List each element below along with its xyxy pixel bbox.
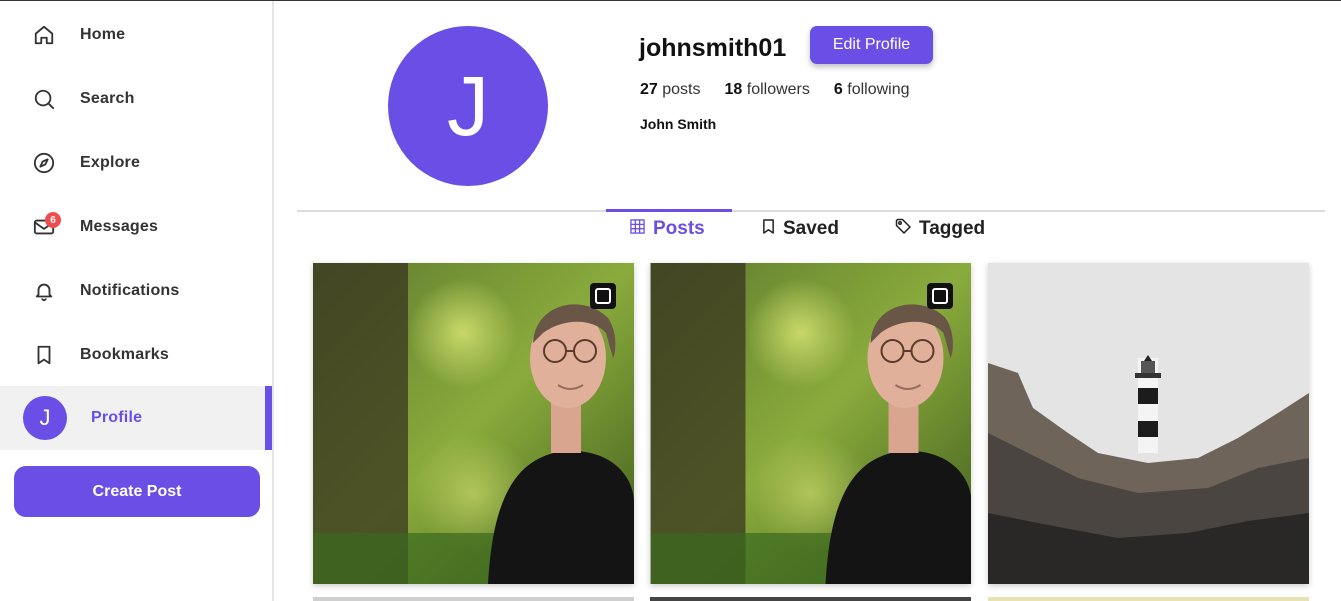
active-indicator xyxy=(265,386,272,450)
edit-profile-button[interactable]: Edit Profile xyxy=(810,26,933,64)
tab-label: Tagged xyxy=(919,218,986,239)
tab-posts[interactable]: Posts xyxy=(630,216,705,242)
multiple-photos-icon xyxy=(590,283,616,309)
sidebar-item-label: Explore xyxy=(80,154,141,171)
sidebar-item-label: Messages xyxy=(80,218,159,235)
search-icon xyxy=(33,88,55,110)
unread-badge: 6 xyxy=(45,212,61,228)
sidebar-item-bookmarks[interactable]: Bookmarks xyxy=(0,323,272,387)
tab-saved[interactable]: Saved xyxy=(762,216,839,242)
portrait-photo xyxy=(313,263,634,584)
bell-icon xyxy=(33,280,55,302)
posts-label: posts xyxy=(662,81,701,98)
multiple-photos-icon xyxy=(927,283,953,309)
followers-count: 18 xyxy=(724,81,743,98)
tab-label: Saved xyxy=(783,218,839,239)
tag-icon xyxy=(895,218,911,240)
tab-label: Posts xyxy=(653,218,705,239)
sidebar-item-label: Home xyxy=(80,26,126,43)
tabs-divider xyxy=(297,210,1325,212)
post-thumbnail[interactable] xyxy=(650,263,971,584)
compass-icon xyxy=(33,152,55,174)
followers-label: followers xyxy=(746,81,810,98)
post-thumbnail-partial xyxy=(313,597,634,601)
sidebar-item-label: Profile xyxy=(91,409,143,426)
bookmark-icon xyxy=(33,344,55,366)
full-name: John Smith xyxy=(640,116,717,132)
lighthouse-photo xyxy=(988,263,1309,584)
post-thumbnail-partial xyxy=(650,597,971,601)
username: johnsmith01 xyxy=(639,34,787,62)
post-thumbnail[interactable] xyxy=(313,263,634,584)
sidebar-item-label: Search xyxy=(80,90,135,107)
grid-icon xyxy=(630,218,645,240)
sidebar-item-search[interactable]: Search xyxy=(0,67,272,131)
following-count: 6 xyxy=(833,81,843,98)
bookmark-icon xyxy=(762,218,775,240)
posts-count: 27 xyxy=(640,81,658,98)
sidebar-item-profile[interactable]: J Profile xyxy=(0,386,272,450)
following-label: following xyxy=(847,81,910,98)
home-icon xyxy=(33,24,55,46)
sidebar-item-notifications[interactable]: Notifications xyxy=(0,259,272,323)
followers-stat[interactable]: 18 followers xyxy=(725,81,810,99)
avatar: J xyxy=(23,396,67,440)
sidebar-item-messages[interactable]: 6 Messages xyxy=(0,195,272,259)
sidebar: Home Search Explore 6 Messages Notificat… xyxy=(0,1,274,601)
tab-tagged[interactable]: Tagged xyxy=(895,216,985,242)
mail-icon: 6 xyxy=(33,212,61,238)
profile-stats: 27 posts 18 followers 6 following xyxy=(640,81,910,99)
portrait-photo xyxy=(650,263,971,584)
active-tab-indicator xyxy=(606,209,732,212)
post-thumbnail[interactable] xyxy=(988,263,1309,584)
following-stat[interactable]: 6 following xyxy=(834,81,910,99)
posts-stat: 27 posts xyxy=(640,81,701,99)
sidebar-item-explore[interactable]: Explore xyxy=(0,131,272,195)
profile-avatar[interactable]: J xyxy=(388,26,548,186)
sidebar-item-label: Notifications xyxy=(80,282,180,299)
post-thumbnail-partial xyxy=(988,597,1309,601)
sidebar-item-home[interactable]: Home xyxy=(0,3,272,67)
create-post-button[interactable]: Create Post xyxy=(14,466,260,517)
sidebar-item-label: Bookmarks xyxy=(80,346,169,363)
